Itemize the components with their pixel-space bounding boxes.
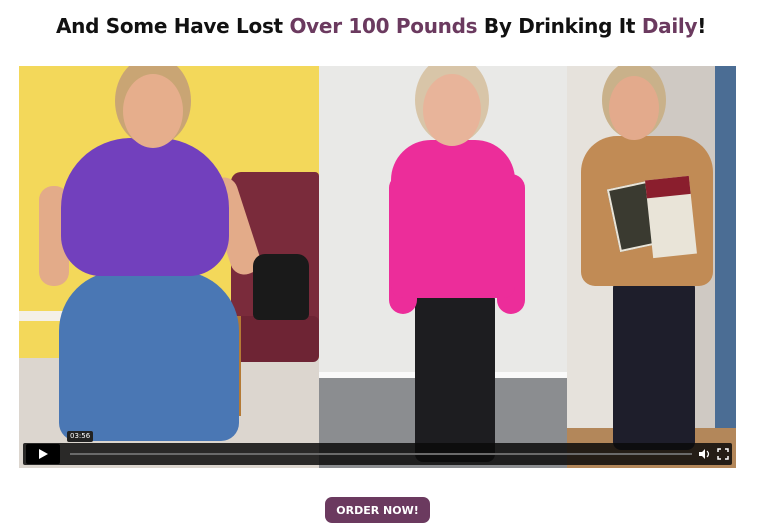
video-progress-track[interactable] — [70, 453, 692, 455]
video-time-label: 03:56 — [67, 431, 94, 442]
fullscreen-icon[interactable] — [717, 448, 729, 460]
before-photo-panel — [19, 66, 319, 468]
headline-part-3: ! — [697, 14, 707, 38]
play-button[interactable] — [26, 444, 60, 464]
headline-part-1: And Some Have Lost — [55, 14, 290, 38]
headline-part-2: By Drinking It — [477, 14, 642, 38]
page-headline: And Some Have Lost Over 100 Pounds By Dr… — [0, 14, 762, 38]
after-photo-panel — [319, 66, 567, 468]
volume-icon[interactable] — [699, 449, 711, 459]
headline-highlight-pounds: Over 100 Pounds — [289, 14, 478, 38]
video-controls-bar: 03:56 — [23, 431, 732, 465]
product-photo-panel — [567, 66, 736, 468]
headline-highlight-daily: Daily — [641, 14, 698, 38]
video-player[interactable]: 03:56 — [19, 66, 736, 468]
order-now-button[interactable]: ORDER NOW! — [325, 497, 430, 523]
